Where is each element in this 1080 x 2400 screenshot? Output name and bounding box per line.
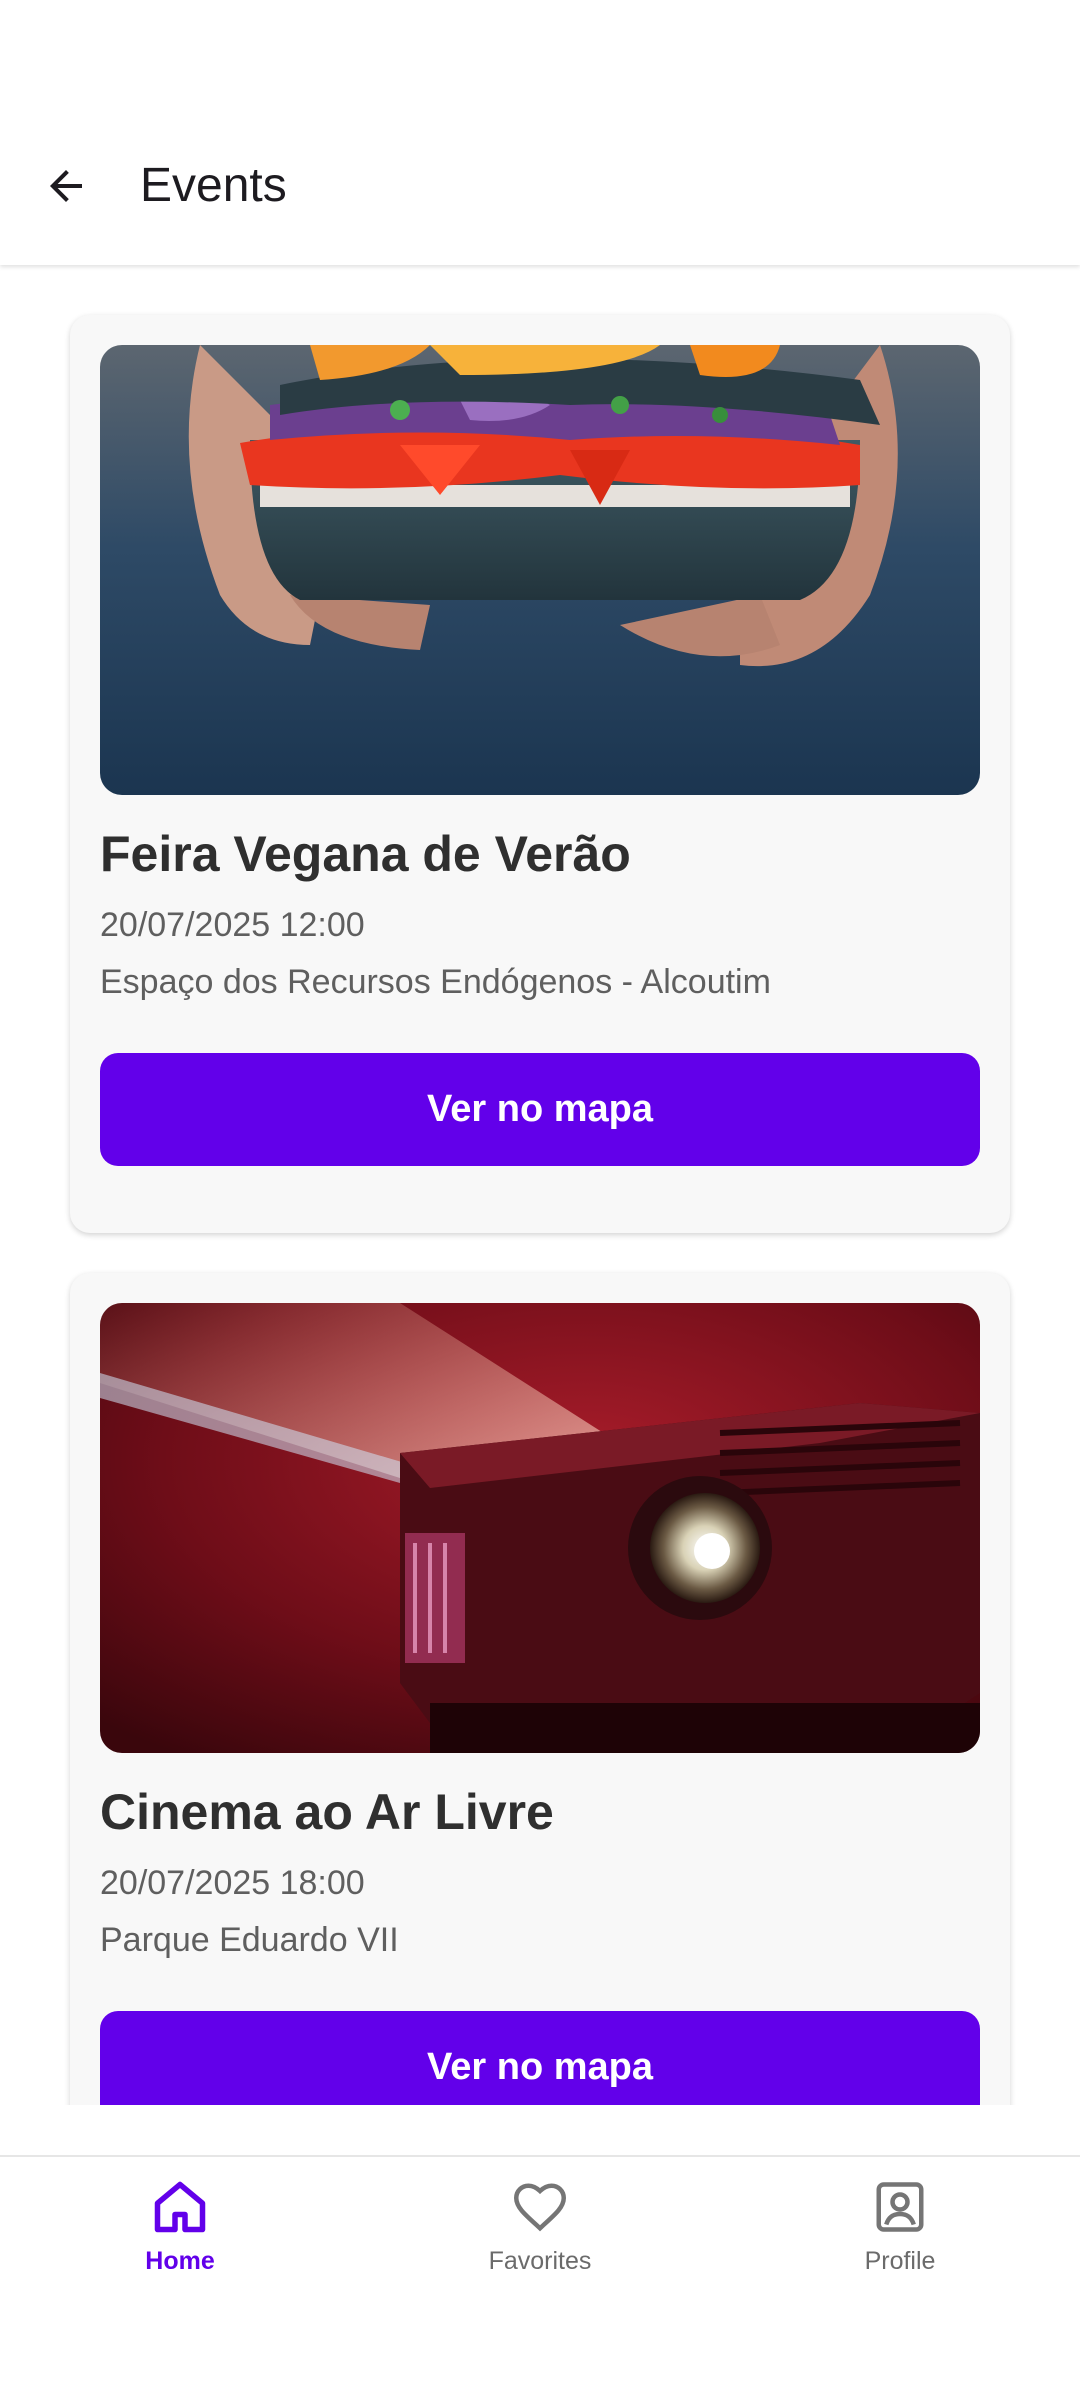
nav-home[interactable]: Home [0,2177,360,2297]
arrow-back-icon [50,170,82,202]
profile-icon [876,2182,924,2232]
view-on-map-button[interactable]: Ver no mapa [100,1053,980,1166]
top-app-bar: Events [0,0,1080,265]
back-button[interactable] [30,150,102,222]
events-list[interactable]: Feira Vegana de Verão 20/07/2025 12:00 E… [0,265,1080,2105]
nav-profile[interactable]: Profile [720,2177,1080,2297]
nav-home-label: Home [145,2247,215,2275]
home-icon [154,2181,206,2233]
event-image-projector [100,1303,980,1753]
event-location: Espaço dos Recursos Endógenos - Alcoutim [100,963,771,1001]
view-on-map-button[interactable]: Ver no mapa [100,2011,980,2105]
event-title: Cinema ao Ar Livre [100,1784,554,1840]
event-card: Feira Vegana de Verão 20/07/2025 12:00 E… [70,315,1010,1233]
nav-favorites-label: Favorites [488,2247,592,2275]
event-location: Parque Eduardo VII [100,1921,399,1959]
event-image-vegan-sandwich [100,345,980,795]
event-datetime: 20/07/2025 18:00 [100,1864,365,1902]
page-title: Events [140,159,287,212]
event-card: Cinema ao Ar Livre 20/07/2025 18:00 Parq… [70,1273,1010,2105]
nav-favorites[interactable]: Favorites [360,2177,720,2297]
event-title: Feira Vegana de Verão [100,826,631,882]
heart-icon [513,2183,567,2232]
events-screen: Events Feira Vegana de Verão 20/07/2025 … [0,0,1080,2400]
nav-profile-label: Profile [864,2247,936,2275]
event-datetime: 20/07/2025 12:00 [100,906,365,944]
bottom-navigation: Home Favorites Profile [0,2155,1080,2400]
